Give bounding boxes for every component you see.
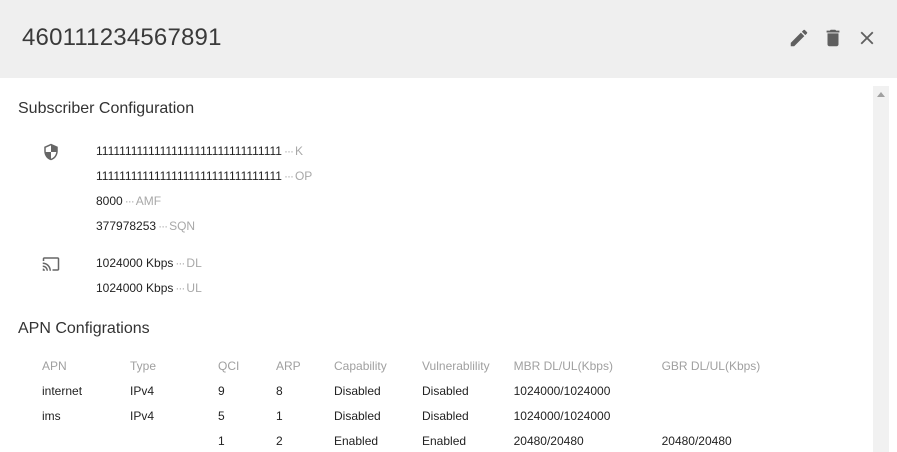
- separator: ···: [283, 144, 294, 158]
- table-row: internet IPv4 9 8 Disabled Disabled 1024…: [30, 378, 780, 403]
- security-op-row: 11111111111111111111111111111111 ··· OP: [96, 169, 312, 183]
- ul-value: 1024000 Kbps: [96, 281, 174, 295]
- col-type: Type: [130, 358, 157, 373]
- dl-label: DL: [186, 256, 202, 270]
- col-apn: APN: [42, 358, 67, 373]
- security-k-row: 11111111111111111111111111111111 ··· K: [96, 144, 303, 158]
- table-row: 1 2 Enabled Enabled 20480/20480 20480/20…: [30, 428, 780, 452]
- apn-config-title: APN Configrations: [18, 320, 150, 337]
- col-qci: QCI: [218, 358, 240, 373]
- security-sqn-row: 377978253 ··· SQN: [96, 219, 195, 233]
- apn-table: APN Type QCI ARP Capability Vulnerablili…: [30, 353, 780, 452]
- gbr-cell: [650, 403, 780, 428]
- arp-cell: 2: [276, 433, 283, 448]
- trash-icon: [826, 29, 840, 47]
- k-value: 11111111111111111111111111111111: [96, 144, 282, 158]
- sqn-label: SQN: [169, 219, 196, 233]
- vulnerability-cell: Disabled: [422, 408, 469, 423]
- capability-cell: Disabled: [334, 383, 381, 398]
- pencil-icon: [790, 29, 808, 47]
- ambr-ul-row: 1024000 Kbps ··· UL: [96, 281, 202, 295]
- mbr-cell: 20480/20480: [513, 433, 584, 448]
- close-icon: [860, 31, 874, 45]
- cast-icon: [42, 257, 60, 271]
- amf-value: 8000: [96, 194, 123, 208]
- col-vulnerability: Vulnerablility: [422, 358, 490, 373]
- col-mbr: MBR DL/UL(Kbps): [513, 358, 613, 373]
- apn-cell: ims: [42, 408, 61, 423]
- k-label: K: [294, 144, 303, 158]
- arp-cell: 8: [276, 383, 283, 398]
- qci-cell: 9: [218, 383, 225, 398]
- qci-cell: 1: [218, 433, 225, 448]
- close-button[interactable]: [855, 26, 879, 50]
- separator: ···: [283, 169, 294, 183]
- col-capability: Capability: [334, 358, 387, 373]
- separator: ···: [158, 219, 168, 233]
- op-label: OP: [294, 169, 313, 183]
- mbr-cell: 1024000/1024000: [513, 383, 611, 398]
- separator: ···: [124, 194, 135, 208]
- gbr-cell: 20480/20480: [661, 433, 732, 448]
- sqn-value: 377978253: [96, 219, 157, 233]
- separator: ···: [175, 256, 185, 270]
- gbr-cell: [650, 378, 780, 403]
- capability-cell: Disabled: [334, 408, 381, 423]
- ambr-section-icon: [42, 255, 62, 275]
- type-cell: [118, 428, 206, 452]
- type-cell: IPv4: [130, 408, 155, 423]
- mbr-cell: 1024000/1024000: [513, 408, 611, 423]
- scroll-up-arrow-icon[interactable]: [877, 92, 885, 97]
- subscriber-config-title: Subscriber Configuration: [18, 100, 195, 117]
- edit-button[interactable]: [787, 26, 811, 50]
- vulnerability-cell: Disabled: [422, 383, 469, 398]
- ul-label: UL: [186, 281, 202, 295]
- qci-cell: 5: [218, 408, 225, 423]
- header-actions: [787, 26, 879, 50]
- amf-label: AMF: [135, 194, 162, 208]
- table-row: ims IPv4 5 1 Disabled Disabled 1024000/1…: [30, 403, 780, 428]
- apn-cell: internet: [42, 383, 83, 398]
- vulnerability-cell: Enabled: [422, 433, 467, 448]
- type-cell: IPv4: [130, 383, 155, 398]
- apn-cell: [30, 428, 118, 452]
- arp-cell: 1: [276, 408, 283, 423]
- shield-icon: [44, 143, 58, 161]
- col-gbr: GBR DL/UL(Kbps): [661, 358, 761, 373]
- vertical-scrollbar[interactable]: [873, 86, 889, 452]
- security-section-icon: [42, 143, 62, 163]
- security-amf-row: 8000 ··· AMF: [96, 194, 161, 208]
- subscriber-imsi-title: 460111234567891: [22, 24, 222, 51]
- ambr-dl-row: 1024000 Kbps ··· DL: [96, 256, 202, 270]
- op-value: 11111111111111111111111111111111: [96, 169, 282, 183]
- col-arp: ARP: [276, 358, 301, 373]
- dl-value: 1024000 Kbps: [96, 256, 174, 270]
- separator: ···: [175, 281, 185, 295]
- delete-button[interactable]: [821, 26, 845, 50]
- apn-table-header: APN Type QCI ARP Capability Vulnerablili…: [30, 353, 780, 378]
- dialog-content[interactable]: Subscriber Configuration 111111111111111…: [0, 78, 873, 452]
- capability-cell: Enabled: [334, 433, 379, 448]
- dialog-header: 460111234567891: [0, 0, 897, 78]
